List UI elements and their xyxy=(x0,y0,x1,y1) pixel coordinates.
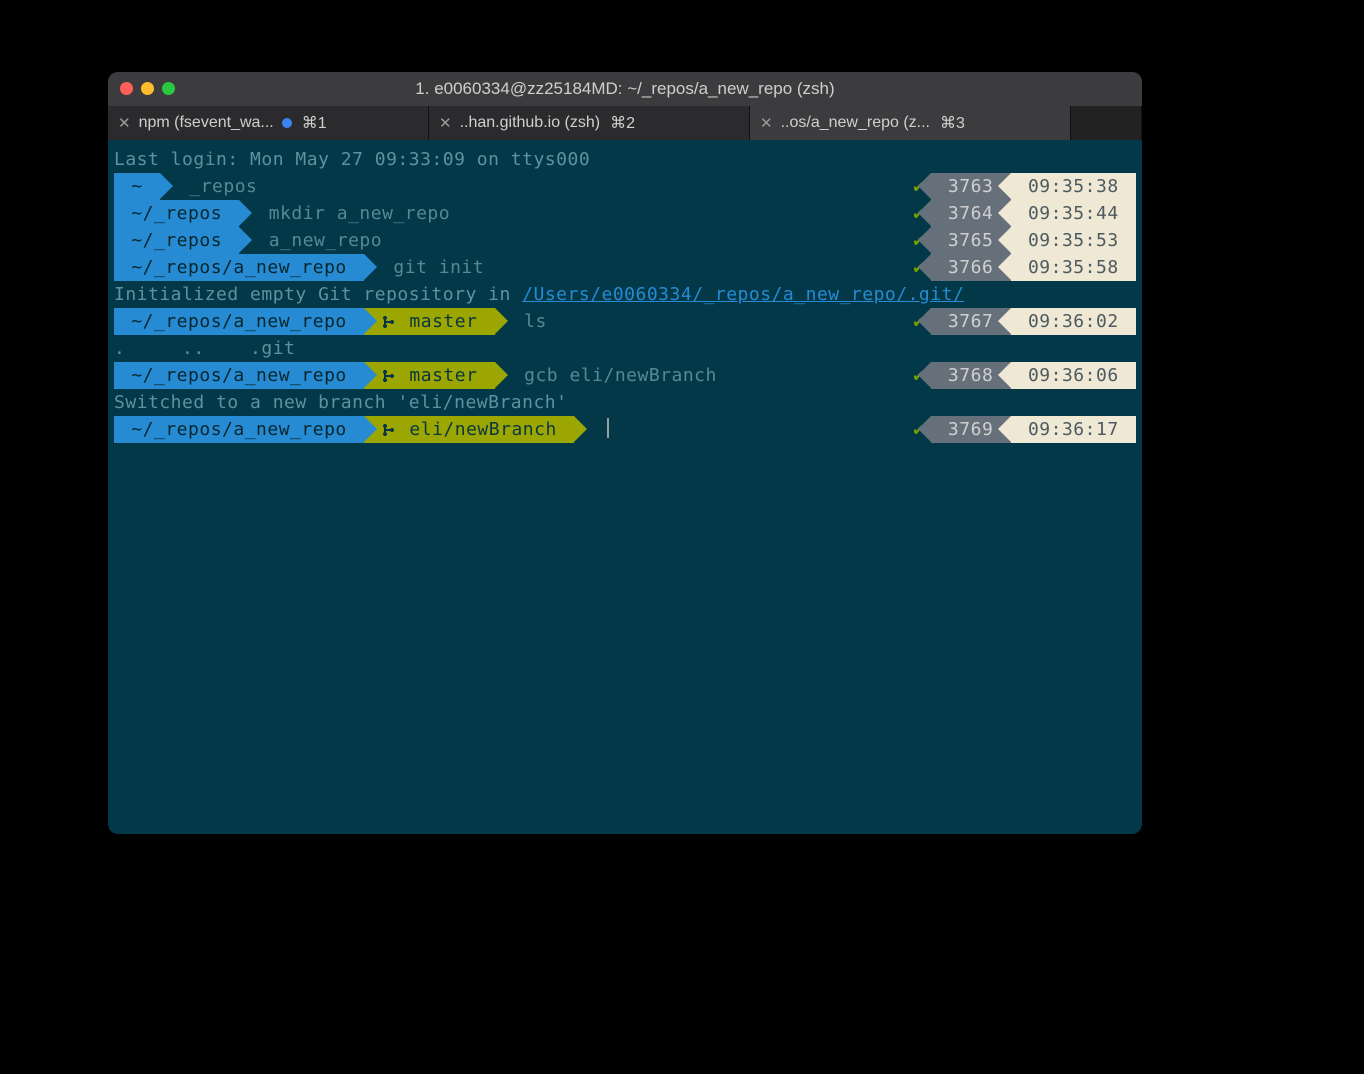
spacer xyxy=(723,362,907,389)
login-line: Last login: Mon May 27 09:33:09 on ttys0… xyxy=(114,146,1136,173)
path-segment: ~ xyxy=(114,173,160,200)
prompt-line: ~/_repos/a_new_repo master gcb eli/newBr… xyxy=(114,362,1136,389)
history-number: 3765 xyxy=(931,227,1011,254)
tab-label: npm (fsevent_wa... xyxy=(139,114,274,132)
tab-shortcut: ⌘3 xyxy=(940,113,965,133)
traffic-lights xyxy=(120,82,175,95)
path-segment: ~/_repos/a_new_repo xyxy=(114,362,364,389)
output-line: . .. .git xyxy=(114,335,1136,362)
prompt-line: ~/_repos a_new_repo✔ 3765 09:35:53 xyxy=(114,227,1136,254)
history-number: 3768 xyxy=(931,362,1011,389)
branch-segment: master xyxy=(364,362,495,389)
timestamp: 09:35:53 xyxy=(1011,227,1136,254)
path-segment: ~/_repos xyxy=(114,227,239,254)
command-text: git init xyxy=(364,254,490,281)
tab-2[interactable]: ✕ ..han.github.io (zsh) ⌘2 xyxy=(429,106,750,140)
git-branch-icon xyxy=(382,365,398,386)
close-icon[interactable] xyxy=(120,82,133,95)
cursor xyxy=(607,418,609,438)
history-number: 3764 xyxy=(931,200,1011,227)
timestamp: 09:35:58 xyxy=(1011,254,1136,281)
spacer xyxy=(615,416,907,443)
history-number: 3766 xyxy=(931,254,1011,281)
branch-segment: eli/newBranch xyxy=(364,416,574,443)
path-segment: ~/_repos/a_new_repo xyxy=(114,308,364,335)
spacer xyxy=(310,173,907,200)
prompt-line: ~/_repos/a_new_repo eli/newBranch ✔ 3769… xyxy=(114,416,1136,443)
spacer xyxy=(388,227,907,254)
output-text: . .. .git xyxy=(114,335,295,362)
terminal-window: 1. e0060334@zz25184MD: ~/_repos/a_new_re… xyxy=(108,72,1142,834)
minimize-icon[interactable] xyxy=(141,82,154,95)
terminal-body[interactable]: Last login: Mon May 27 09:33:09 on ttys0… xyxy=(108,140,1142,449)
branch-segment: master xyxy=(364,308,495,335)
output-text: Switched to a new branch 'eli/newBranch' xyxy=(114,389,567,416)
tab-1[interactable]: ✕ npm (fsevent_wa... ⌘1 xyxy=(108,106,429,140)
command-text: a_new_repo xyxy=(239,227,388,254)
timestamp: 09:36:17 xyxy=(1011,416,1136,443)
timestamp: 09:36:06 xyxy=(1011,362,1136,389)
tab-3[interactable]: ✕ ..os/a_new_repo (z... ⌘3 xyxy=(750,106,1071,140)
titlebar[interactable]: 1. e0060334@zz25184MD: ~/_repos/a_new_re… xyxy=(108,72,1142,106)
login-text: Last login: Mon May 27 09:33:09 on ttys0… xyxy=(114,146,590,173)
tab-bar: ✕ npm (fsevent_wa... ⌘1 ✕ ..han.github.io (z… xyxy=(108,106,1142,140)
tab-shortcut: ⌘1 xyxy=(302,113,327,133)
timestamp: 09:35:44 xyxy=(1011,200,1136,227)
path-segment: ~/_repos/a_new_repo xyxy=(114,416,364,443)
history-number: 3767 xyxy=(931,308,1011,335)
tab-shortcut: ⌘2 xyxy=(610,113,635,133)
spacer xyxy=(553,308,907,335)
tab-bar-empty xyxy=(1071,106,1142,140)
tab-status-dot-icon xyxy=(282,118,292,128)
spacer xyxy=(490,254,907,281)
tab-label: ..han.github.io (zsh) xyxy=(460,114,601,132)
output-link[interactable]: /Users/e0060334/_repos/a_new_repo/.git/ xyxy=(522,281,964,308)
path-segment: ~/_repos xyxy=(114,200,239,227)
prompt-line: ~ _repos ✔ 3763 09:35:38 xyxy=(114,173,1136,200)
git-branch-icon xyxy=(382,311,398,332)
command-text: mkdir a_new_repo xyxy=(239,200,456,227)
timestamp: 09:36:02 xyxy=(1011,308,1136,335)
tab-label: ..os/a_new_repo (z... xyxy=(781,114,930,132)
git-branch-icon xyxy=(382,419,398,440)
path-segment: _repos xyxy=(160,173,275,200)
timestamp: 09:35:38 xyxy=(1011,173,1136,200)
output-line: Initialized empty Git repository in /Use… xyxy=(114,281,1136,308)
output-line: Switched to a new branch 'eli/newBranch' xyxy=(114,389,1136,416)
spacer xyxy=(456,200,907,227)
prompt-line: ~/_repos mkdir a_new_repo✔ 3764 09:35:44 xyxy=(114,200,1136,227)
tab-close-icon[interactable]: ✕ xyxy=(760,114,773,132)
prompt-line: ~/_repos/a_new_repo master ls✔ 3767 09:3… xyxy=(114,308,1136,335)
zoom-icon[interactable] xyxy=(162,82,175,95)
path-segment: ~/_repos/a_new_repo xyxy=(114,254,364,281)
tab-close-icon[interactable]: ✕ xyxy=(118,114,131,132)
command-text: gcb eli/newBranch xyxy=(495,362,723,389)
tab-close-icon[interactable]: ✕ xyxy=(439,114,452,132)
output-text: Initialized empty Git repository in xyxy=(114,281,522,308)
history-number: 3763 xyxy=(931,173,1011,200)
prompt-line: ~/_repos/a_new_repo git init✔ 3766 09:35… xyxy=(114,254,1136,281)
history-number: 3769 xyxy=(931,416,1011,443)
window-title: 1. e0060334@zz25184MD: ~/_repos/a_new_re… xyxy=(118,79,1132,99)
